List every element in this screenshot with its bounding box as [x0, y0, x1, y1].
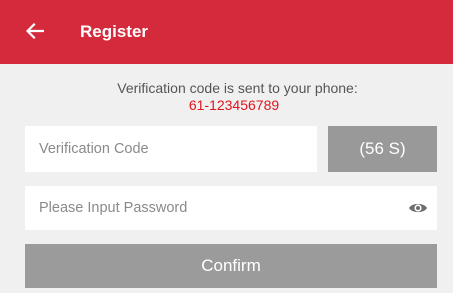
back-button[interactable] — [22, 18, 48, 44]
countdown-label: (56 S) — [359, 139, 406, 158]
verification-code-input[interactable] — [25, 126, 317, 172]
arrow-left-icon — [26, 23, 44, 39]
password-field-container — [25, 186, 437, 230]
password-visibility-toggle[interactable] — [407, 197, 429, 219]
resend-countdown-button[interactable]: (56 S) — [328, 126, 437, 172]
confirm-label: Confirm — [201, 256, 261, 275]
app-header: Register — [0, 0, 453, 64]
verification-info: Verification code is sent to your phone:… — [0, 80, 453, 114]
password-input[interactable] — [25, 186, 395, 230]
phone-number: 61-123456789 — [188, 97, 280, 113]
page-title: Register — [80, 22, 149, 41]
confirm-button[interactable]: Confirm — [25, 244, 437, 288]
eye-icon — [409, 203, 427, 213]
verification-message: Verification code is sent to your phone: — [117, 80, 358, 96]
